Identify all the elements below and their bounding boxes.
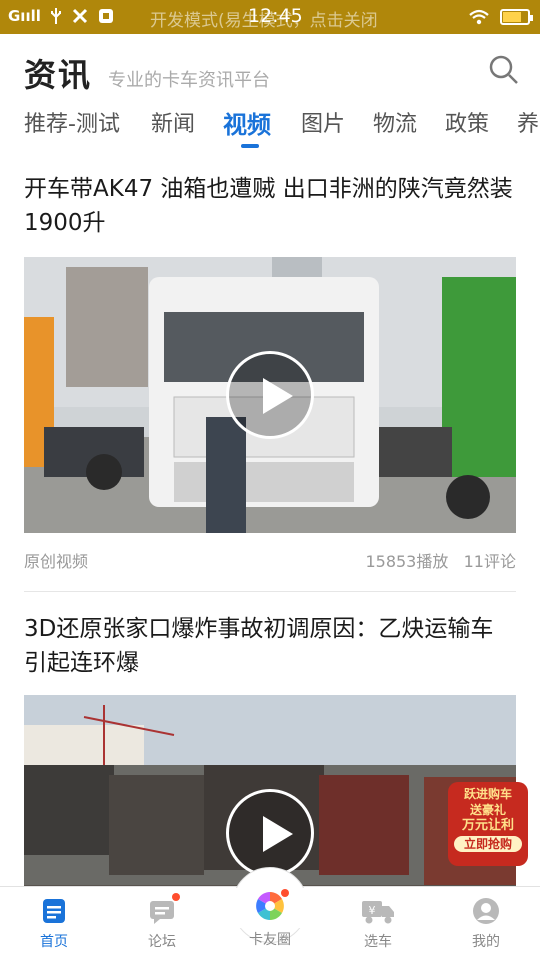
app-header: 资讯 专业的卡车资讯平台: [0, 34, 540, 96]
nav-select-truck[interactable]: ¥ 选车: [333, 897, 423, 951]
nav-label: 我的: [472, 934, 500, 950]
news-article-1[interactable]: 开车带AK47 油箱也遭贼 出口非洲的陕汽竟然装1900升 原创视频 15853…: [24, 172, 516, 571]
promo-line-2: 送豪礼: [469, 803, 506, 817]
usb-icon: [50, 8, 61, 24]
nav-truckers-circle[interactable]: 卡友圈: [225, 889, 315, 949]
page-title: 资讯: [24, 56, 93, 94]
tab-maintenance[interactable]: 养: [517, 106, 539, 138]
tab-recommend-test[interactable]: 推荐-测试: [24, 106, 120, 138]
play-video-button[interactable]: [226, 351, 314, 439]
nav-label: 选车: [364, 934, 392, 950]
article-title[interactable]: 开车带AK47 油箱也遭贼 出口非洲的陕汽竟然装1900升: [24, 172, 516, 240]
bottom-navigation: 首页 论坛 卡友圈 ¥ 选车 我的: [0, 867, 540, 960]
forum-chat-icon: [148, 893, 180, 925]
tab-news[interactable]: 新闻: [151, 106, 195, 138]
app-notify-icon: [98, 9, 113, 23]
nav-label: 首页: [40, 934, 68, 950]
status-right-icons: [468, 8, 533, 26]
article-source: 原创视频: [24, 552, 89, 571]
tab-logistics[interactable]: 物流: [373, 106, 417, 138]
tab-policy[interactable]: 政策: [445, 106, 489, 138]
notification-dot: [281, 889, 289, 897]
promo-cta[interactable]: 立即抢购: [454, 836, 522, 852]
comment-count[interactable]: 11评论: [464, 552, 516, 571]
tools-icon: [72, 8, 87, 24]
search-button[interactable]: [488, 54, 520, 86]
nav-label: 论坛: [148, 934, 176, 950]
user-profile-icon: [472, 897, 500, 925]
article-stats: 15853播放 11评论: [365, 548, 516, 572]
search-icon: [489, 55, 518, 84]
signal-indicator: Gııll: [8, 7, 41, 25]
play-video-button[interactable]: [226, 789, 314, 877]
status-bar: Gııll 开发模式(易生模式，点击关闭 12:45: [0, 0, 540, 34]
truck-price-icon: ¥: [361, 897, 395, 925]
category-tabs: 推荐-测试 新闻 视频 图片 物流 政策 养: [0, 96, 540, 152]
nav-forum[interactable]: 论坛: [117, 893, 207, 951]
nav-label: 卡友圈: [249, 932, 291, 948]
active-tab-indicator: [241, 144, 259, 148]
play-count: 15853播放: [365, 552, 449, 571]
home-doc-icon: [40, 897, 68, 925]
nav-home[interactable]: 首页: [9, 897, 99, 951]
nav-me[interactable]: 我的: [441, 897, 531, 951]
pinwheel-icon: [253, 889, 289, 923]
wifi-icon: [469, 9, 489, 25]
tab-video[interactable]: 视频: [223, 105, 271, 140]
promo-badge[interactable]: 跃进购车 送豪礼 万元让利 立即抢购: [448, 782, 528, 866]
tab-pictures[interactable]: 图片: [301, 106, 345, 138]
promo-line-1: 跃进购车: [463, 787, 512, 801]
status-time: 12:45: [248, 5, 303, 27]
article-title[interactable]: 3D还原张家口爆炸事故初调原因：乙炔运输车引起连环爆: [24, 612, 516, 680]
video-thumbnail[interactable]: [24, 257, 516, 533]
page-slogan: 专业的卡车资讯平台: [108, 70, 270, 91]
news-article-2[interactable]: 3D还原张家口爆炸事故初调原因：乙炔运输车引起连环爆 跃进购车 送豪礼 万元让利…: [24, 612, 528, 960]
status-left-icons: Gııll: [8, 7, 115, 25]
battery-icon: [500, 9, 533, 25]
svg-text:¥: ¥: [369, 904, 376, 917]
notification-dot: [172, 893, 180, 901]
article-divider: [24, 591, 516, 592]
promo-line-3: 万元让利: [461, 818, 514, 833]
